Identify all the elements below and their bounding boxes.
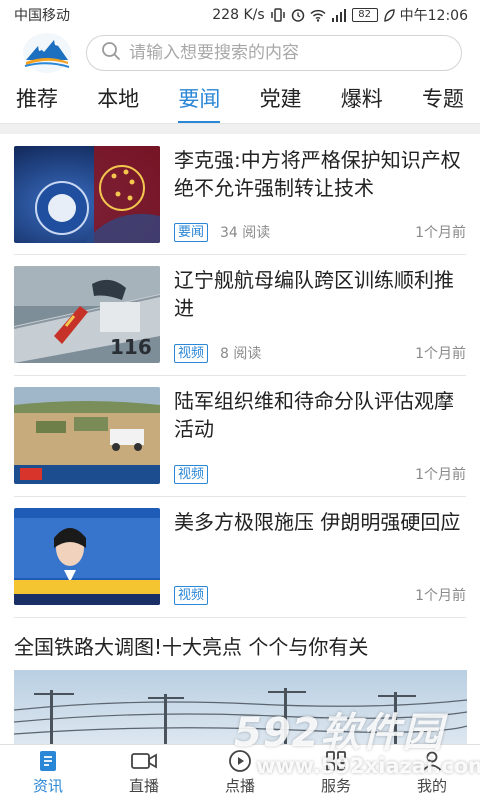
tab-local[interactable]: 本地 xyxy=(97,77,139,119)
news-title[interactable]: 李克强:中方将严格保护知识产权 绝不允许强制转让技术 xyxy=(174,146,466,202)
tab-headlines[interactable]: 要闻 xyxy=(178,77,221,123)
carrier-label: 中国移动 xyxy=(14,8,70,24)
signal-icon xyxy=(331,8,347,22)
app-header xyxy=(0,30,480,76)
svg-text:116: 116 xyxy=(110,335,152,359)
news-title[interactable]: 美多方极限施压 伊朗明强硬回应 xyxy=(174,508,466,536)
news-item[interactable]: 116 辽宁舰航母编队跨区训练顺利推进 视频 8 阅读 1个月前 xyxy=(14,255,466,376)
category-tag: 视频 xyxy=(174,585,209,605)
search-icon xyxy=(101,41,121,65)
wifi-icon xyxy=(310,9,326,22)
document-icon xyxy=(36,749,60,773)
alarm-icon xyxy=(291,8,305,22)
play-circle-icon xyxy=(228,749,252,773)
service-icon xyxy=(324,749,348,773)
tab-party-building[interactable]: 党建 xyxy=(260,77,302,119)
status-bar: 中国移动 228 K/s 82 中午12:06 xyxy=(0,0,480,30)
news-item[interactable]: 李克强:中方将严格保护知识产权 绝不允许强制转让技术 要闻 34 阅读 1个月前 xyxy=(14,134,466,255)
news-title[interactable]: 辽宁舰航母编队跨区训练顺利推进 xyxy=(174,266,466,322)
news-body: 陆军组织维和待命分队评估观摩活动 视频 1个月前 xyxy=(174,387,466,484)
clock: 中午12:06 xyxy=(399,8,468,24)
news-meta: 要闻 34 阅读 1个月前 xyxy=(174,222,466,242)
search-input[interactable] xyxy=(129,43,447,63)
vibrate-icon xyxy=(270,8,286,22)
read-count: 8 阅读 xyxy=(220,346,262,362)
publish-time: 1个月前 xyxy=(415,225,466,241)
publish-time: 1个月前 xyxy=(415,467,466,483)
news-item[interactable]: 陆军组织维和待命分队评估观摩活动 视频 1个月前 xyxy=(14,376,466,497)
news-body: 李克强:中方将严格保护知识产权 绝不允许强制转让技术 要闻 34 阅读 1个月前 xyxy=(174,146,466,242)
leaf-icon xyxy=(383,8,395,22)
divider xyxy=(0,123,480,134)
nav-service[interactable]: 服务 xyxy=(288,745,384,800)
featured-news-title[interactable]: 全国铁路大调图!十大亮点 个个与你有关 xyxy=(14,634,466,660)
news-body: 辽宁舰航母编队跨区训练顺利推进 视频 8 阅读 1个月前 xyxy=(174,266,466,363)
video-camera-icon xyxy=(130,749,158,773)
category-tag: 视频 xyxy=(174,343,209,363)
bottom-nav: 资讯 直播 点播 服务 我的 xyxy=(0,744,480,800)
user-icon xyxy=(420,749,444,773)
nav-live-label: 直播 xyxy=(128,777,159,795)
news-thumbnail xyxy=(14,146,160,243)
tab-tips[interactable]: 爆料 xyxy=(341,77,383,119)
nav-live[interactable]: 直播 xyxy=(96,745,192,800)
channel-tabs: 推荐 本地 要闻 党建 爆料 专题 xyxy=(0,76,480,123)
tab-recommend[interactable]: 推荐 xyxy=(16,77,58,119)
news-thumbnail xyxy=(14,387,160,484)
news-title[interactable]: 陆军组织维和待命分队评估观摩活动 xyxy=(174,387,466,443)
nav-vod[interactable]: 点播 xyxy=(192,745,288,800)
nav-news-label: 资讯 xyxy=(32,777,63,795)
news-meta: 视频 1个月前 xyxy=(174,464,466,484)
news-body: 美多方极限施压 伊朗明强硬回应 视频 1个月前 xyxy=(174,508,466,605)
read-count: 34 阅读 xyxy=(220,225,271,241)
nav-profile[interactable]: 我的 xyxy=(384,745,480,800)
publish-time: 1个月前 xyxy=(415,346,466,362)
nav-vod-label: 点播 xyxy=(224,777,255,795)
status-icons: 228 K/s 82 中午12:06 xyxy=(212,5,468,25)
nav-profile-label: 我的 xyxy=(416,777,447,795)
news-meta: 视频 1个月前 xyxy=(174,585,466,605)
network-speed: 228 K/s xyxy=(212,7,265,23)
news-thumbnail xyxy=(14,508,160,605)
publish-time: 1个月前 xyxy=(415,588,466,604)
news-meta: 视频 8 阅读 1个月前 xyxy=(174,343,466,363)
app-logo xyxy=(22,32,72,74)
news-list: 李克强:中方将严格保护知识产权 绝不允许强制转让技术 要闻 34 阅读 1个月前… xyxy=(0,134,480,618)
news-item[interactable]: 美多方极限施压 伊朗明强硬回应 视频 1个月前 xyxy=(14,497,466,618)
category-tag: 要闻 xyxy=(174,222,209,242)
nav-news[interactable]: 资讯 xyxy=(0,745,96,800)
nav-service-label: 服务 xyxy=(320,777,351,795)
tab-topics[interactable]: 专题 xyxy=(422,77,464,119)
battery-icon: 82 xyxy=(351,8,378,22)
news-thumbnail: 116 xyxy=(14,266,160,363)
search-bar[interactable] xyxy=(86,35,462,71)
category-tag: 视频 xyxy=(174,464,209,484)
